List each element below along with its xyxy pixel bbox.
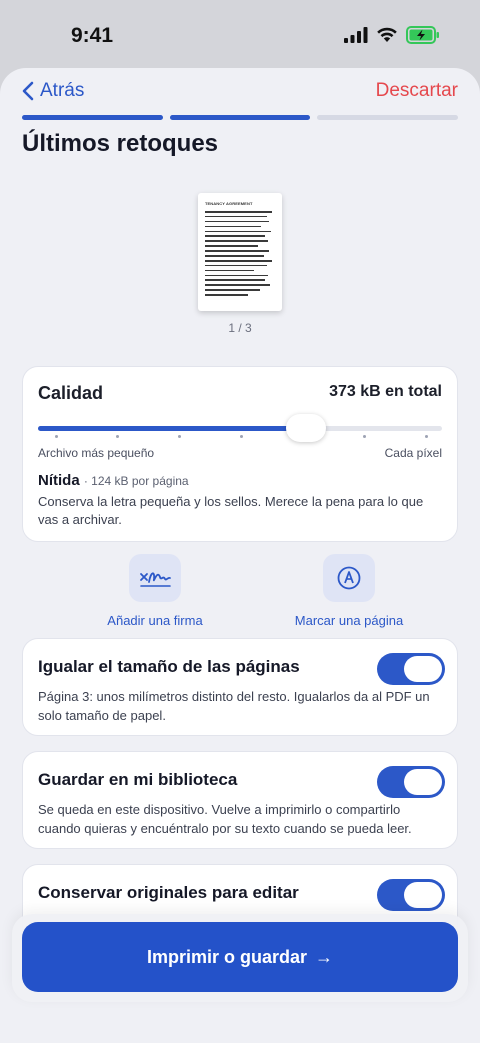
thumbnail-line [205, 294, 249, 296]
toggle-description: Se queda en este dispositivo. Vuelve a i… [38, 802, 412, 836]
add-signature-button[interactable]: Añadir una firma [70, 554, 240, 628]
progress-step [169, 115, 311, 120]
thumbnail-line [205, 225, 261, 228]
thumbnail-line [205, 274, 268, 277]
step-progress [22, 115, 459, 120]
slider-tick [239, 435, 243, 438]
slider-tick [362, 435, 366, 438]
thumbnail-line [205, 245, 259, 247]
print-or-save-label: Imprimir o guardar [146, 946, 308, 967]
quality-label: Calidad [38, 383, 104, 403]
thumbnail-line [205, 264, 267, 267]
thumbnail-line [205, 250, 270, 252]
slider-tick [54, 435, 58, 438]
toggle-card-save-library: Guardar en mi biblioteca Se queda en est… [22, 751, 458, 849]
quality-total-size: 373 kB en total [329, 383, 442, 400]
slider-tick [116, 435, 120, 438]
slider-tick [177, 435, 181, 438]
quality-level-detail: · 124 kB por página [83, 474, 189, 488]
cellular-signal-icon [344, 27, 368, 43]
quality-max-label: Cada píxel [384, 446, 442, 460]
markup-page-label: Marcar una página [294, 613, 404, 628]
thumbnail-heading: TENANCY AGREEMENT [205, 201, 253, 206]
back-button-label: Atrás [40, 80, 85, 101]
thumbnail-line [205, 230, 271, 233]
arrow-right-icon: → [315, 946, 334, 967]
quality-min-label: Archivo más pequeño [38, 446, 155, 460]
status-time: 9:41 [71, 24, 114, 47]
thumbnail-line [205, 269, 254, 272]
toggle-title: Igualar el tamaño de las páginas [38, 657, 300, 676]
quality-slider-track[interactable] [38, 426, 442, 431]
quality-card: Calidad 373 kB en total Archivo más pequ… [22, 366, 458, 542]
document-thumbnail[interactable]: TENANCY AGREEMENT [198, 193, 282, 311]
toggle-title: Guardar en mi biblioteca [38, 770, 238, 789]
signature-icon-tile [129, 554, 181, 602]
toggle-title: Conservar originales para editar [38, 883, 299, 902]
match-page-size-toggle[interactable] [377, 653, 445, 685]
add-signature-label: Añadir una firma [107, 613, 203, 628]
progress-step [317, 115, 459, 120]
progress-step [22, 115, 163, 120]
page-counter: 1 / 3 [228, 321, 252, 335]
thumbnail-line [205, 235, 266, 238]
quality-level-name: Nítida [38, 472, 80, 489]
thumbnail-text-lines [205, 211, 275, 296]
save-library-toggle[interactable] [377, 766, 445, 798]
keep-originals-toggle[interactable] [377, 879, 445, 911]
status-bar: 9:41 [0, 0, 480, 70]
chevron-left-icon [22, 81, 34, 101]
markup-page-button[interactable]: Marcar una página [264, 554, 434, 628]
quality-slider-thumb[interactable] [285, 414, 326, 442]
thumbnail-line [205, 289, 260, 291]
wifi-icon [377, 27, 397, 42]
thumbnail-line [205, 220, 270, 223]
thumbnail-line [205, 255, 264, 257]
toggle-card-match-page-size: Igualar el tamaño de las páginas Página … [22, 638, 458, 736]
quality-description: Conserva la letra pequeña y los sellos. … [38, 494, 424, 527]
print-or-save-button[interactable]: Imprimir o guardar → [22, 922, 458, 992]
toggle-knob [404, 656, 442, 682]
modal-sheet: Atrás Descartar Últimos retoques TENANCY… [0, 68, 480, 1043]
battery-charging-icon [406, 26, 439, 44]
markup-pen-icon [337, 566, 361, 590]
thumbnail-line [205, 211, 273, 213]
quality-level: Nítida · 124 kB por página [38, 472, 189, 489]
markup-icon-tile [323, 554, 375, 602]
nav-bar: Atrás Descartar [22, 80, 458, 106]
slider-tick [424, 435, 428, 438]
thumbnail-line [205, 284, 271, 286]
thumbnail-line [205, 279, 265, 282]
toggle-description: Página 3: unos milímetros distinto del r… [38, 689, 430, 723]
discard-button[interactable]: Descartar [376, 80, 458, 102]
page-title: Últimos retoques [22, 130, 219, 157]
thumbnail-line [205, 259, 272, 262]
toggle-knob [404, 882, 442, 908]
quality-slider-fill [38, 426, 306, 431]
toggle-knob [404, 769, 442, 795]
back-button[interactable]: Atrás [22, 80, 84, 102]
signature-icon [140, 572, 171, 587]
thumbnail-line [205, 240, 268, 242]
status-icons [344, 26, 440, 44]
thumbnail-line [205, 215, 267, 218]
